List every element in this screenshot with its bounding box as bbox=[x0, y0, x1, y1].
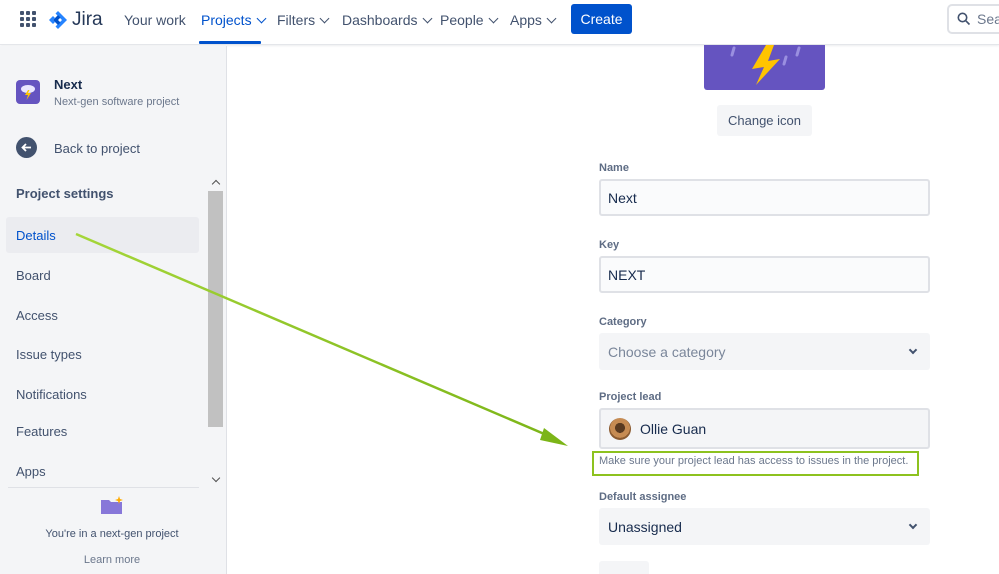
sidebar-item-label: Board bbox=[16, 267, 51, 283]
sidebar-divider bbox=[8, 487, 199, 488]
project-name: Next bbox=[54, 77, 83, 92]
nav-people[interactable]: People bbox=[440, 12, 499, 28]
nav-dashboards-label: Dashboards bbox=[342, 12, 418, 28]
search-input[interactable]: Sea bbox=[947, 4, 999, 34]
default-assignee-label: Default assignee bbox=[599, 491, 687, 503]
sidebar-item-label: Notifications bbox=[16, 386, 87, 402]
nav-apps[interactable]: Apps bbox=[510, 12, 557, 28]
save-button[interactable] bbox=[599, 561, 649, 574]
search-placeholder: Sea bbox=[977, 11, 999, 27]
learn-more-link[interactable]: Learn more bbox=[0, 554, 224, 566]
project-lead-value: Ollie Guan bbox=[640, 420, 707, 437]
nav-apps-label: Apps bbox=[510, 12, 542, 28]
scroll-up-icon[interactable] bbox=[207, 174, 224, 190]
jira-logo[interactable]: Jira bbox=[48, 9, 103, 31]
next-gen-notice: You're in a next-gen project bbox=[45, 528, 179, 540]
project-type: Next-gen software project bbox=[54, 96, 180, 108]
category-select[interactable]: Choose a category bbox=[599, 333, 930, 370]
active-tab-indicator bbox=[199, 41, 261, 44]
back-arrow-icon[interactable] bbox=[16, 137, 37, 158]
sidebar-item-features[interactable]: Features bbox=[6, 413, 199, 449]
default-assignee-value: Unassigned bbox=[608, 518, 682, 535]
nav-people-label: People bbox=[440, 12, 484, 28]
avatar bbox=[609, 417, 631, 440]
chevron-down-icon bbox=[908, 520, 918, 529]
sidebar-item-label: Details bbox=[16, 227, 56, 243]
chevron-down-icon bbox=[422, 13, 432, 23]
sidebar-item-details[interactable]: Details bbox=[6, 217, 199, 253]
nav-filters[interactable]: Filters bbox=[277, 12, 330, 28]
project-lead-picker[interactable]: Ollie Guan bbox=[599, 408, 930, 449]
project-sidebar: Next Next-gen software project Back to p… bbox=[0, 46, 227, 574]
chevron-down-icon bbox=[908, 345, 918, 354]
settings-section-title: Project settings bbox=[16, 186, 114, 201]
sidebar-item-label: Access bbox=[16, 307, 58, 323]
product-name: Jira bbox=[72, 9, 103, 30]
key-field[interactable]: NEXT bbox=[599, 256, 930, 293]
nav-projects[interactable]: Projects bbox=[201, 12, 267, 28]
key-value: NEXT bbox=[608, 266, 646, 283]
scroll-down-icon[interactable] bbox=[207, 471, 224, 487]
annotation-highlight-box bbox=[592, 451, 919, 476]
sidebar-item-access[interactable]: Access bbox=[6, 297, 199, 333]
nav-projects-label: Projects bbox=[201, 12, 252, 28]
sidebar-item-notifications[interactable]: Notifications bbox=[6, 376, 199, 412]
change-icon-button[interactable]: Change icon bbox=[717, 105, 812, 136]
sidebar-item-label: Apps bbox=[16, 463, 46, 479]
default-assignee-select[interactable]: Unassigned bbox=[599, 508, 930, 545]
name-field[interactable]: Next bbox=[599, 179, 930, 216]
category-placeholder: Choose a category bbox=[608, 343, 726, 360]
sidebar-item-board[interactable]: Board bbox=[6, 257, 199, 293]
sidebar-item-apps[interactable]: Apps bbox=[6, 453, 199, 489]
sidebar-item-issue-types[interactable]: Issue types bbox=[6, 336, 199, 372]
chevron-down-icon bbox=[546, 13, 557, 23]
name-value: Next bbox=[608, 189, 637, 206]
nav-dashboards[interactable]: Dashboards bbox=[342, 12, 432, 28]
create-button[interactable]: Create bbox=[571, 4, 632, 34]
key-label: Key bbox=[599, 239, 620, 251]
next-gen-folder-icon bbox=[101, 496, 123, 514]
project-lead-label: Project lead bbox=[599, 391, 662, 403]
sidebar-item-label: Issue types bbox=[16, 346, 82, 362]
project-icon bbox=[16, 80, 40, 104]
scrollbar-thumb[interactable] bbox=[208, 191, 223, 427]
chevron-down-icon bbox=[256, 13, 267, 23]
sidebar-scrollbar[interactable] bbox=[207, 174, 224, 490]
name-label: Name bbox=[599, 162, 629, 174]
sidebar-item-label: Features bbox=[16, 423, 68, 439]
jira-logo-icon bbox=[49, 11, 67, 29]
app-switcher-icon[interactable] bbox=[20, 11, 36, 27]
chevron-down-icon bbox=[319, 13, 330, 23]
category-label: Category bbox=[599, 316, 647, 328]
project-avatar bbox=[704, 45, 825, 90]
top-navigation: Jira Your work Projects Filters Dashboar… bbox=[0, 0, 999, 45]
back-to-project-link[interactable]: Back to project bbox=[54, 141, 140, 156]
search-icon bbox=[957, 12, 971, 26]
nav-your-work[interactable]: Your work bbox=[124, 12, 186, 28]
nav-filters-label: Filters bbox=[277, 12, 316, 28]
nav-your-work-label: Your work bbox=[124, 12, 186, 28]
chevron-down-icon bbox=[488, 13, 499, 23]
